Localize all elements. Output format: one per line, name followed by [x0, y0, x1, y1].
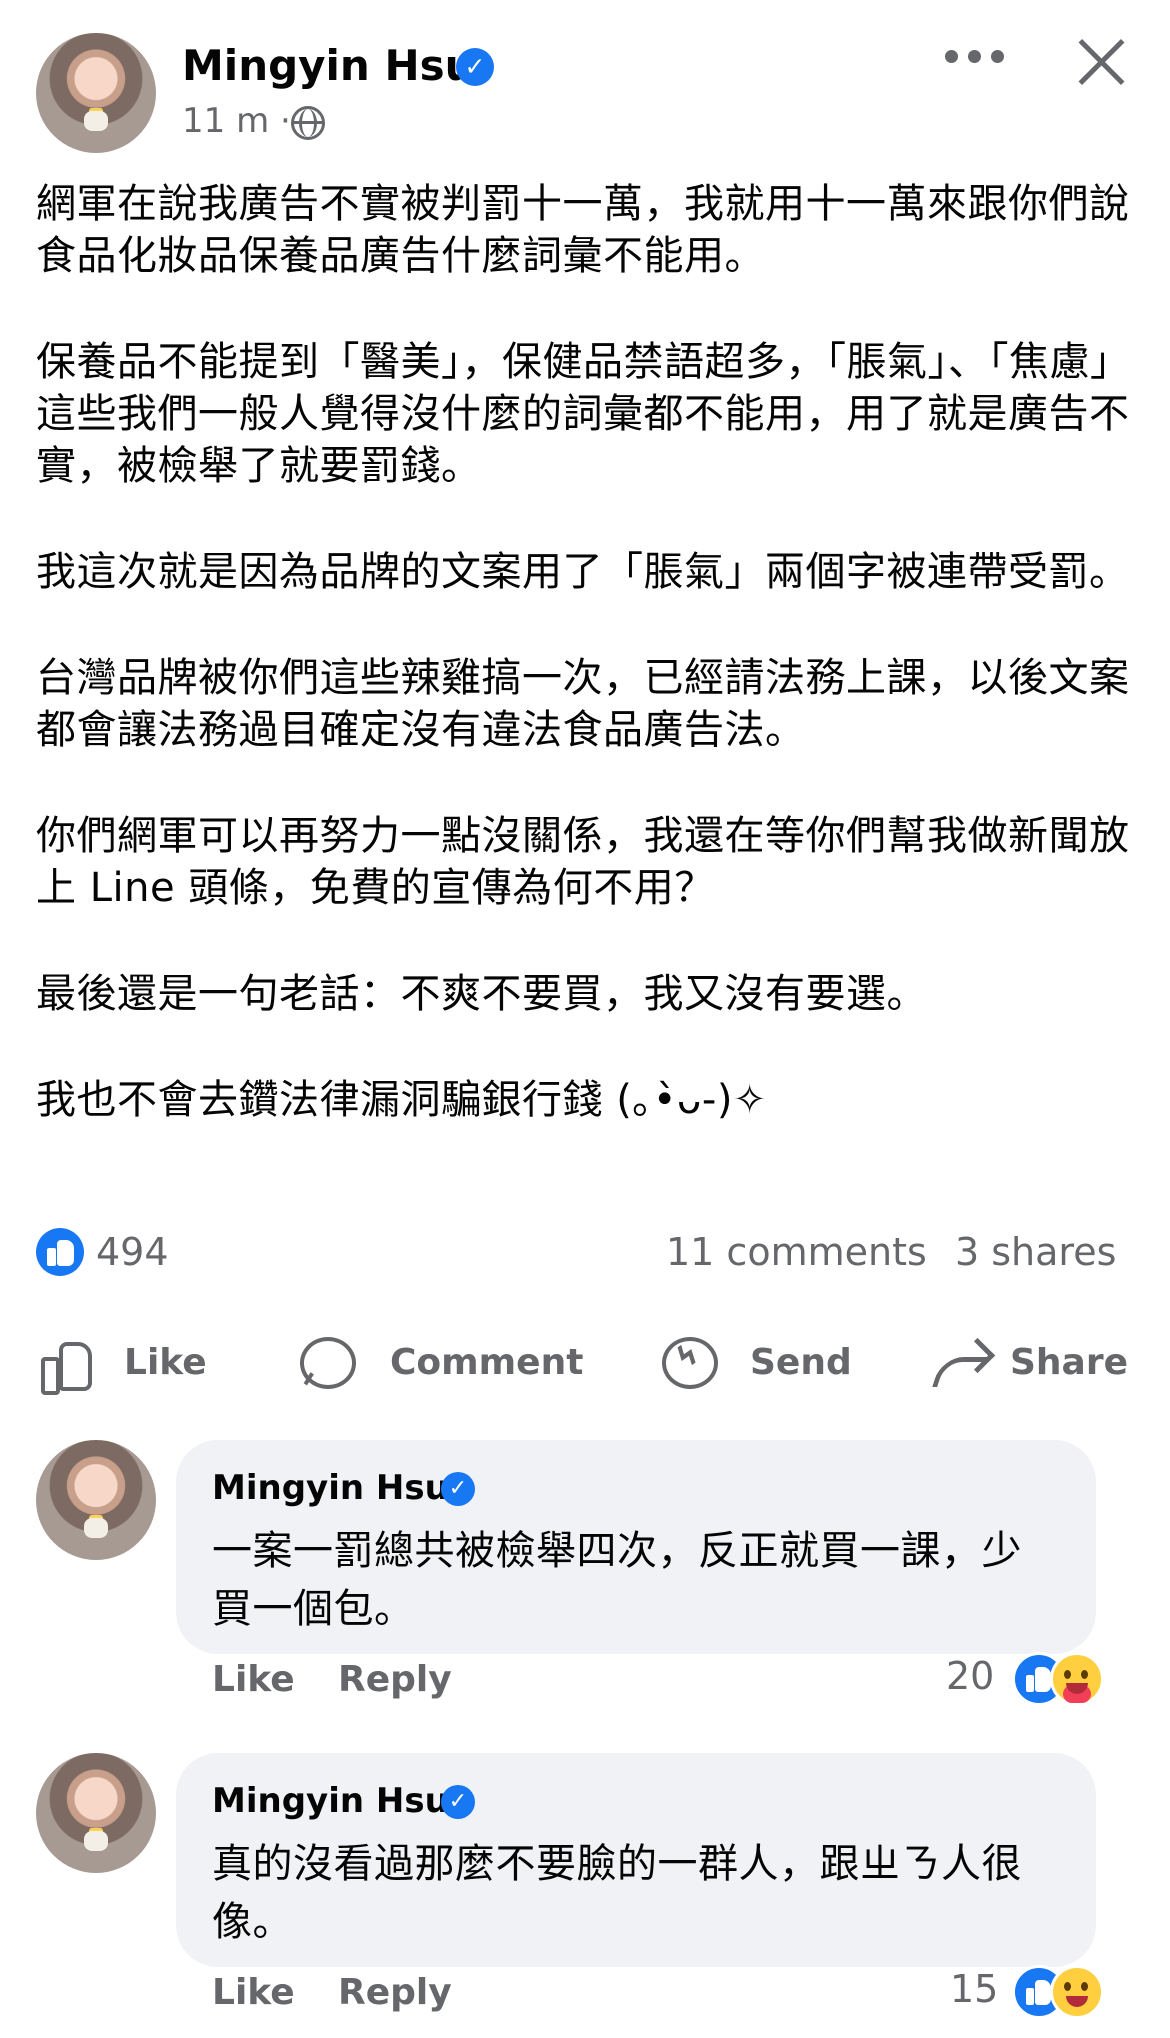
comment-actions: Like Reply 15	[212, 1965, 1112, 2019]
comment-button[interactable]: Comment	[298, 1320, 583, 1406]
haha-icon[interactable]	[1050, 1965, 1104, 2019]
share-arrow-icon	[934, 1333, 992, 1391]
author-avatar[interactable]	[36, 33, 156, 153]
comment-like-button[interactable]: Like	[212, 1656, 295, 1704]
comment-item: Mingyin Hsu ✓ 真的沒看過那麼不要臉的一群人，跟ㄓㄋ人很像。 Lik…	[0, 1753, 1170, 2038]
more-dot	[968, 50, 981, 63]
close-icon[interactable]	[1078, 38, 1126, 86]
comment-bubble: Mingyin Hsu ✓ 真的沒看過那麼不要臉的一群人，跟ㄓㄋ人很像。	[176, 1753, 1096, 1967]
send-button[interactable]: Send	[660, 1320, 852, 1406]
comment-reply-button[interactable]: Reply	[338, 1656, 452, 1704]
post-action-bar: Like Comment Send Share	[36, 1320, 1134, 1406]
post-paragraph: 我這次就是因為品牌的文案用了「脹氣」兩個字被連帶受罰。	[36, 549, 1130, 595]
avatar-photo-detail	[84, 111, 108, 131]
comment-bubble-icon	[298, 1333, 356, 1391]
send-button-label: Send	[750, 1342, 852, 1383]
verified-badge-icon: ✓	[441, 1472, 475, 1506]
post-paragraph: 最後還是一句老話：不爽不要買，我又沒有要選。	[36, 971, 927, 1017]
comment-text: 真的沒看過那麼不要臉的一群人，跟ㄓㄋ人很像。	[212, 1841, 1022, 1945]
comment-item: Mingyin Hsu ✓ 一案一罰總共被檢舉四次，反正就買一課，少買一個包。 …	[0, 1440, 1170, 1720]
comment-reaction-count[interactable]: 20	[946, 1652, 994, 1700]
verified-badge-icon: ✓	[441, 1785, 475, 1819]
metadata-separator: ·	[280, 101, 291, 141]
avatar-photo-detail	[84, 1831, 108, 1851]
post-paragraph: 你們網軍可以再努力一點沒關係，我還在等你們幫我做新聞放上 Line 頭條，免費的…	[36, 813, 1130, 911]
comment-text: 一案一罰總共被檢舉四次，反正就買一課，少買一個包。	[212, 1528, 1022, 1632]
public-globe-icon	[291, 106, 325, 140]
post-header: Mingyin Hsu ✓ 11 m ·	[0, 0, 1170, 160]
post-paragraph: 我也不會去鑽法律漏洞騙銀行錢 (｡•̀ᴗ-)✧	[36, 1077, 767, 1123]
comment-author-name[interactable]: Mingyin Hsu	[212, 1466, 449, 1510]
comment-bubble: Mingyin Hsu ✓ 一案一罰總共被檢舉四次，反正就買一課，少買一個包。	[176, 1440, 1096, 1654]
comment-like-button[interactable]: Like	[212, 1969, 295, 2017]
share-button[interactable]: Share	[934, 1320, 1134, 1406]
care-heart-icon	[1063, 1685, 1091, 1703]
like-thumb-icon	[36, 1333, 94, 1395]
like-button[interactable]: Like	[36, 1320, 226, 1406]
comment-reply-button[interactable]: Reply	[338, 1969, 452, 2017]
reaction-count[interactable]: 494	[96, 1228, 169, 1276]
post-metadata: 11 m ·	[182, 100, 291, 142]
post-paragraph: 網軍在說我廣告不實被判罰十一萬，我就用十一萬來跟你們說食品化妝品保養品廣告什麼詞…	[36, 181, 1130, 279]
comment-actions: Like Reply 20	[212, 1652, 1112, 1706]
more-dot	[991, 50, 1004, 63]
care-icon[interactable]	[1050, 1652, 1104, 1706]
author-name[interactable]: Mingyin Hsu	[182, 40, 475, 92]
comment-count[interactable]: 11 comments	[666, 1228, 927, 1276]
comment-author-avatar[interactable]	[36, 1440, 156, 1560]
post-stats: 494 11 comments 3 shares	[36, 1228, 1134, 1278]
post-body: 網軍在說我廣告不實被判罰十一萬，我就用十一萬來跟你們說食品化妝品保養品廣告什麼詞…	[36, 178, 1140, 1180]
messenger-icon	[660, 1333, 718, 1391]
like-reaction-icon[interactable]	[36, 1228, 84, 1276]
post-paragraph: 保養品不能提到「醫美」，保健品禁語超多，「脹氣」、「焦慮」這些我們一般人覺得沒什…	[36, 339, 1131, 489]
like-button-label: Like	[124, 1342, 207, 1383]
share-count[interactable]: 3 shares	[955, 1228, 1116, 1276]
share-button-label: Share	[1010, 1342, 1129, 1383]
verified-badge-icon: ✓	[456, 48, 494, 86]
more-options-icon[interactable]	[945, 50, 1005, 66]
post-timestamp[interactable]: 11 m	[182, 101, 269, 141]
more-dot	[945, 50, 958, 63]
avatar-photo-detail	[84, 1518, 108, 1538]
comment-author-name[interactable]: Mingyin Hsu	[212, 1779, 449, 1823]
comment-author-avatar[interactable]	[36, 1753, 156, 1873]
comment-reaction-count[interactable]: 15	[950, 1965, 998, 2013]
post-paragraph: 台灣品牌被你們這些辣雞搞一次，已經請法務上課，以後文案都會讓法務過目確定沒有違法…	[36, 655, 1130, 753]
comment-button-label: Comment	[390, 1342, 584, 1383]
